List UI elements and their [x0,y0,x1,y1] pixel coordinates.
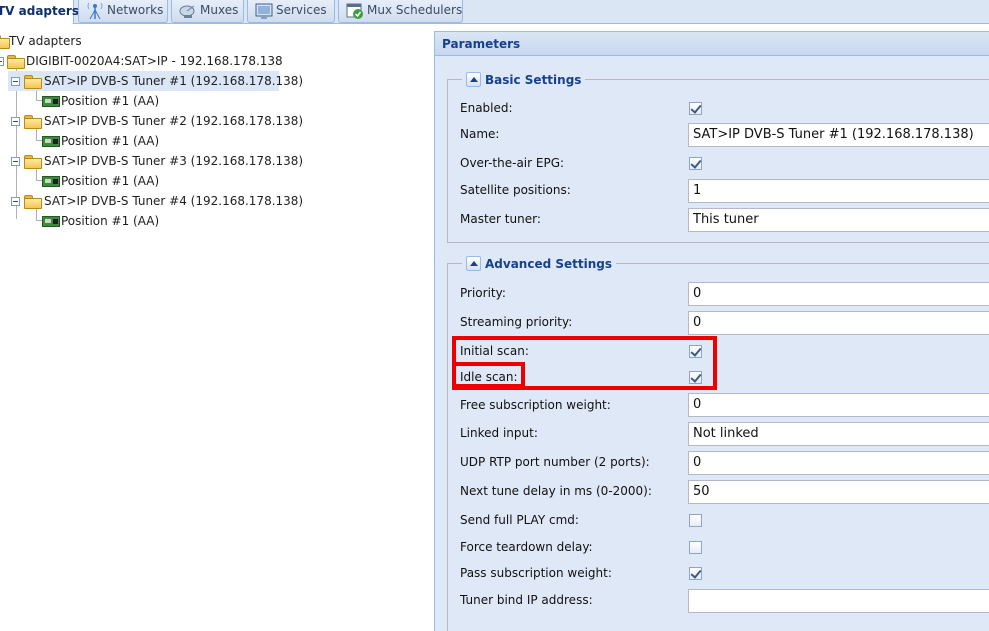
tree-node-label: SAT>IP DVB-S Tuner #3 (192.168.178.138) [44,154,304,168]
legend-label: Basic Settings [485,73,582,87]
panel-title: Parameters [435,32,989,56]
collapse-up-icon[interactable] [466,72,481,87]
tree-node-device[interactable]: DIGIBIT-0020A4:SAT>IP - 192.168.178.138 [0,51,433,71]
tree-node-label: Position #1 (AA) [61,94,160,108]
folder-icon [24,75,42,89]
tuner-card-icon [42,136,60,147]
satellite-positions-label: Satellite positions: [460,183,571,197]
free-subscription-weight-field[interactable]: 0 [688,393,989,417]
tab-label: TV adapters [0,4,79,18]
next-tune-delay-field[interactable]: 50 [688,480,989,504]
adapter-tree: TV adapters DIGIBIT-0020A4:SAT>IP - 192.… [0,24,433,631]
tree-node-label: Position #1 (AA) [61,214,160,228]
collapse-toggle-icon[interactable] [0,57,4,66]
epg-checkbox[interactable] [689,157,702,170]
force-teardown-checkbox[interactable] [689,541,702,554]
tree-node-root[interactable]: TV adapters [0,31,433,51]
tuner-card-icon [42,176,60,187]
tree-node-tuner-2[interactable]: SAT>IP DVB-S Tuner #2 (192.168.178.138) [8,111,303,131]
collapse-toggle-icon[interactable] [11,77,20,86]
tree-node-label: SAT>IP DVB-S Tuner #4 (192.168.178.138) [44,194,304,208]
master-tuner-label: Master tuner: [460,212,541,226]
tree-node-label: TV adapters [9,34,82,48]
free-subscription-weight-label: Free subscription weight: [460,398,611,412]
tab-services[interactable]: Services [247,0,335,23]
tuner-bind-ip-label: Tuner bind IP address: [460,593,593,607]
calendar-check-icon [346,3,363,19]
streaming-priority-field[interactable]: 0 [688,311,989,335]
send-full-play-label: Send full PLAY cmd: [460,513,579,527]
enabled-label: Enabled: [460,101,513,115]
tuner-card-icon [42,216,60,227]
tab-networks[interactable]: Networks [78,0,168,23]
force-teardown-label: Force teardown delay: [460,540,593,554]
folder-icon [24,195,42,209]
master-tuner-select[interactable]: This tuner [688,208,989,232]
priority-field[interactable]: 0 [688,282,989,306]
tuner-bind-ip-field[interactable] [688,589,989,613]
folder-icon [0,35,10,49]
satellite-positions-field[interactable]: 1 [688,179,989,203]
collapse-toggle-icon[interactable] [11,117,20,126]
dish-icon [179,5,195,18]
collapse-toggle-icon[interactable] [11,197,20,206]
tab-bar: TV adapters Networks Muxes Services Mux … [0,0,989,25]
legend-label: Advanced Settings [485,257,613,271]
tree-node-label: DIGIBIT-0020A4:SAT>IP - 192.168.178.138 [26,54,283,68]
tab-tv-adapters[interactable]: TV adapters [0,0,79,25]
tree-node-label: SAT>IP DVB-S Tuner #1 (192.168.178.138) [44,74,304,88]
tab-label: Services [276,3,327,17]
send-full-play-checkbox[interactable] [689,514,702,527]
tab-label: Mux Schedulers [367,3,463,17]
udp-rtp-port-field[interactable]: 0 [688,451,989,475]
tab-muxes[interactable]: Muxes [171,0,244,23]
folder-icon [24,155,42,169]
antenna-icon [87,2,103,19]
udp-rtp-port-label: UDP RTP port number (2 ports): [460,455,650,469]
folder-icon [7,55,25,69]
tree-node-label: Position #1 (AA) [61,134,160,148]
tab-label: Muxes [200,3,239,17]
tab-mux-schedulers[interactable]: Mux Schedulers [338,0,463,23]
tv-screen-icon [255,3,273,19]
tree-node-label: Position #1 (AA) [61,174,160,188]
highlight-box-idle-scan [452,362,525,388]
tuner-card-icon [42,96,60,107]
tree-node-tuner-3[interactable]: SAT>IP DVB-S Tuner #3 (192.168.178.138) [8,151,303,171]
tree-node-label: SAT>IP DVB-S Tuner #2 (192.168.178.138) [44,114,304,128]
next-tune-delay-label: Next tune delay in ms (0-2000): [460,484,652,498]
advanced-settings-legend[interactable]: Advanced Settings [462,255,617,273]
name-field[interactable]: SAT>IP DVB-S Tuner #1 (192.168.178.138) [688,123,989,147]
linked-input-label: Linked input: [460,426,538,440]
tree-node-tuner-1[interactable]: SAT>IP DVB-S Tuner #1 (192.168.178.138) [8,71,303,91]
streaming-priority-label: Streaming priority: [460,315,573,329]
tab-label: Networks [107,3,164,17]
epg-label: Over-the-air EPG: [460,156,565,170]
tree-node-tuner-4[interactable]: SAT>IP DVB-S Tuner #4 (192.168.178.138) [8,191,303,211]
linked-input-select[interactable]: Not linked [688,422,989,446]
priority-label: Priority: [460,286,506,300]
collapse-up-icon[interactable] [466,256,481,271]
parameters-panel: Parameters Basic Settings Enabled: Name:… [434,31,989,631]
enabled-checkbox[interactable] [689,102,702,115]
basic-settings-legend[interactable]: Basic Settings [462,71,586,89]
name-label: Name: [460,127,500,141]
pass-subscription-weight-checkbox[interactable] [689,567,702,580]
collapse-toggle-icon[interactable] [11,157,20,166]
pass-subscription-weight-label: Pass subscription weight: [460,566,612,580]
folder-icon [24,115,42,129]
